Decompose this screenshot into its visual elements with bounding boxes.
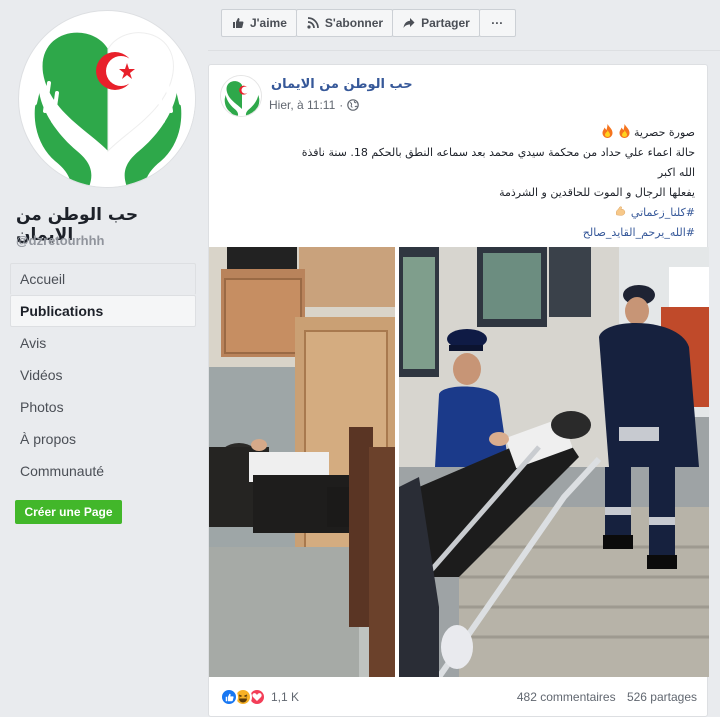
create-page-button[interactable]: Créer une Page: [15, 500, 122, 524]
reaction-count[interactable]: 1,1 K: [271, 690, 299, 704]
post-photo-2[interactable]: [399, 247, 709, 677]
post-line-4-text: يفعلها الرجال و الموت للحاقدين و الشرذمة: [499, 186, 695, 199]
post-photo-1[interactable]: [209, 247, 395, 677]
post-message: صورة حصرية حالة اعماء علي حداد من محكمة …: [225, 123, 695, 243]
like-page-label: J'aime: [250, 16, 287, 30]
nav-item-accueil[interactable]: Accueil: [10, 263, 196, 295]
nav-item-a-propos[interactable]: À propos: [10, 423, 196, 455]
share-arrow-icon: [402, 16, 416, 30]
thumbs-up-icon: [231, 16, 245, 30]
subscribe-button[interactable]: S'abonner: [295, 9, 394, 37]
subscribe-label: S'abonner: [324, 16, 384, 30]
post-meta: Hier, à 11:11 ·: [269, 98, 360, 112]
divider: [208, 50, 720, 51]
like-page-button[interactable]: J'aime: [221, 9, 297, 37]
nav-item-publications[interactable]: Publications: [10, 295, 196, 327]
share-page-label: Partager: [421, 16, 470, 30]
page-profile-picture[interactable]: [18, 10, 196, 188]
post-card: حب الوطن من الايمان Hier, à 11:11 · صورة…: [208, 64, 709, 717]
post-line-5: #كلنا_زعماتي: [225, 203, 695, 223]
page-action-bar: J'aime S'abonner Partager ···: [221, 9, 516, 37]
nav-item-avis[interactable]: Avis: [10, 327, 196, 359]
globe-icon[interactable]: [347, 99, 360, 111]
post-line-3: الله اكبر: [657, 166, 695, 179]
algeria-heart-hands-logo: [20, 12, 195, 187]
nav-item-videos[interactable]: Vidéos: [10, 359, 196, 391]
post-line-2: حالة اعماء علي حداد من محكمة سيدي محمد ب…: [301, 146, 695, 159]
rss-icon: [306, 16, 320, 30]
engagement-counts: 482 commentaires 526 partages: [509, 690, 697, 704]
flexed-biceps-emoji-icon: [616, 206, 626, 216]
reaction-summary[interactable]: 1,1 K: [220, 688, 299, 706]
shares-count[interactable]: 526 partages: [627, 690, 697, 704]
meta-separator: ·: [339, 98, 344, 112]
photo-man-on-floor: [209, 247, 395, 677]
page-username: @dzretourhhh: [16, 233, 105, 248]
comments-count[interactable]: 482 commentaires: [517, 690, 616, 704]
algeria-heart-hands-logo: [221, 76, 261, 116]
nav-item-photos[interactable]: Photos: [10, 391, 196, 423]
share-page-button[interactable]: Partager: [392, 9, 480, 37]
fire-emoji-icon: [619, 124, 630, 138]
hashtag-link[interactable]: #كلنا_زعماتي: [631, 206, 695, 219]
more-options-button[interactable]: ···: [478, 9, 516, 37]
post-line-1: صورة حصرية: [225, 123, 695, 143]
post-footer: 1,1 K 482 commentaires 526 partages: [209, 677, 709, 717]
left-column: حب الوطن من الايمان @dzretourhhh Accueil…: [0, 0, 208, 717]
post-timestamp[interactable]: Hier, à 11:11: [269, 98, 335, 112]
post-author-avatar[interactable]: [220, 75, 262, 117]
post-line-4: يفعلها الرجال و الموت للحاقدين و الشرذمة: [225, 183, 695, 203]
post-line-6: #الله_يرحم_القايد_صالح: [225, 223, 695, 243]
hashtag-link[interactable]: #الله_يرحم_القايد_صالح: [583, 226, 695, 239]
post-photos: [209, 247, 709, 677]
fire-emoji-icon: [602, 124, 613, 138]
post-line-1-text: صورة حصرية: [634, 126, 695, 139]
like-reaction-icon: [220, 688, 238, 706]
nav-item-communaute[interactable]: Communauté: [10, 455, 196, 487]
page-nav: Accueil Publications Avis Vidéos Photos …: [10, 263, 196, 487]
post-author-name[interactable]: حب الوطن من الايمان: [271, 77, 413, 92]
photo-man-on-stretcher: [399, 247, 709, 677]
